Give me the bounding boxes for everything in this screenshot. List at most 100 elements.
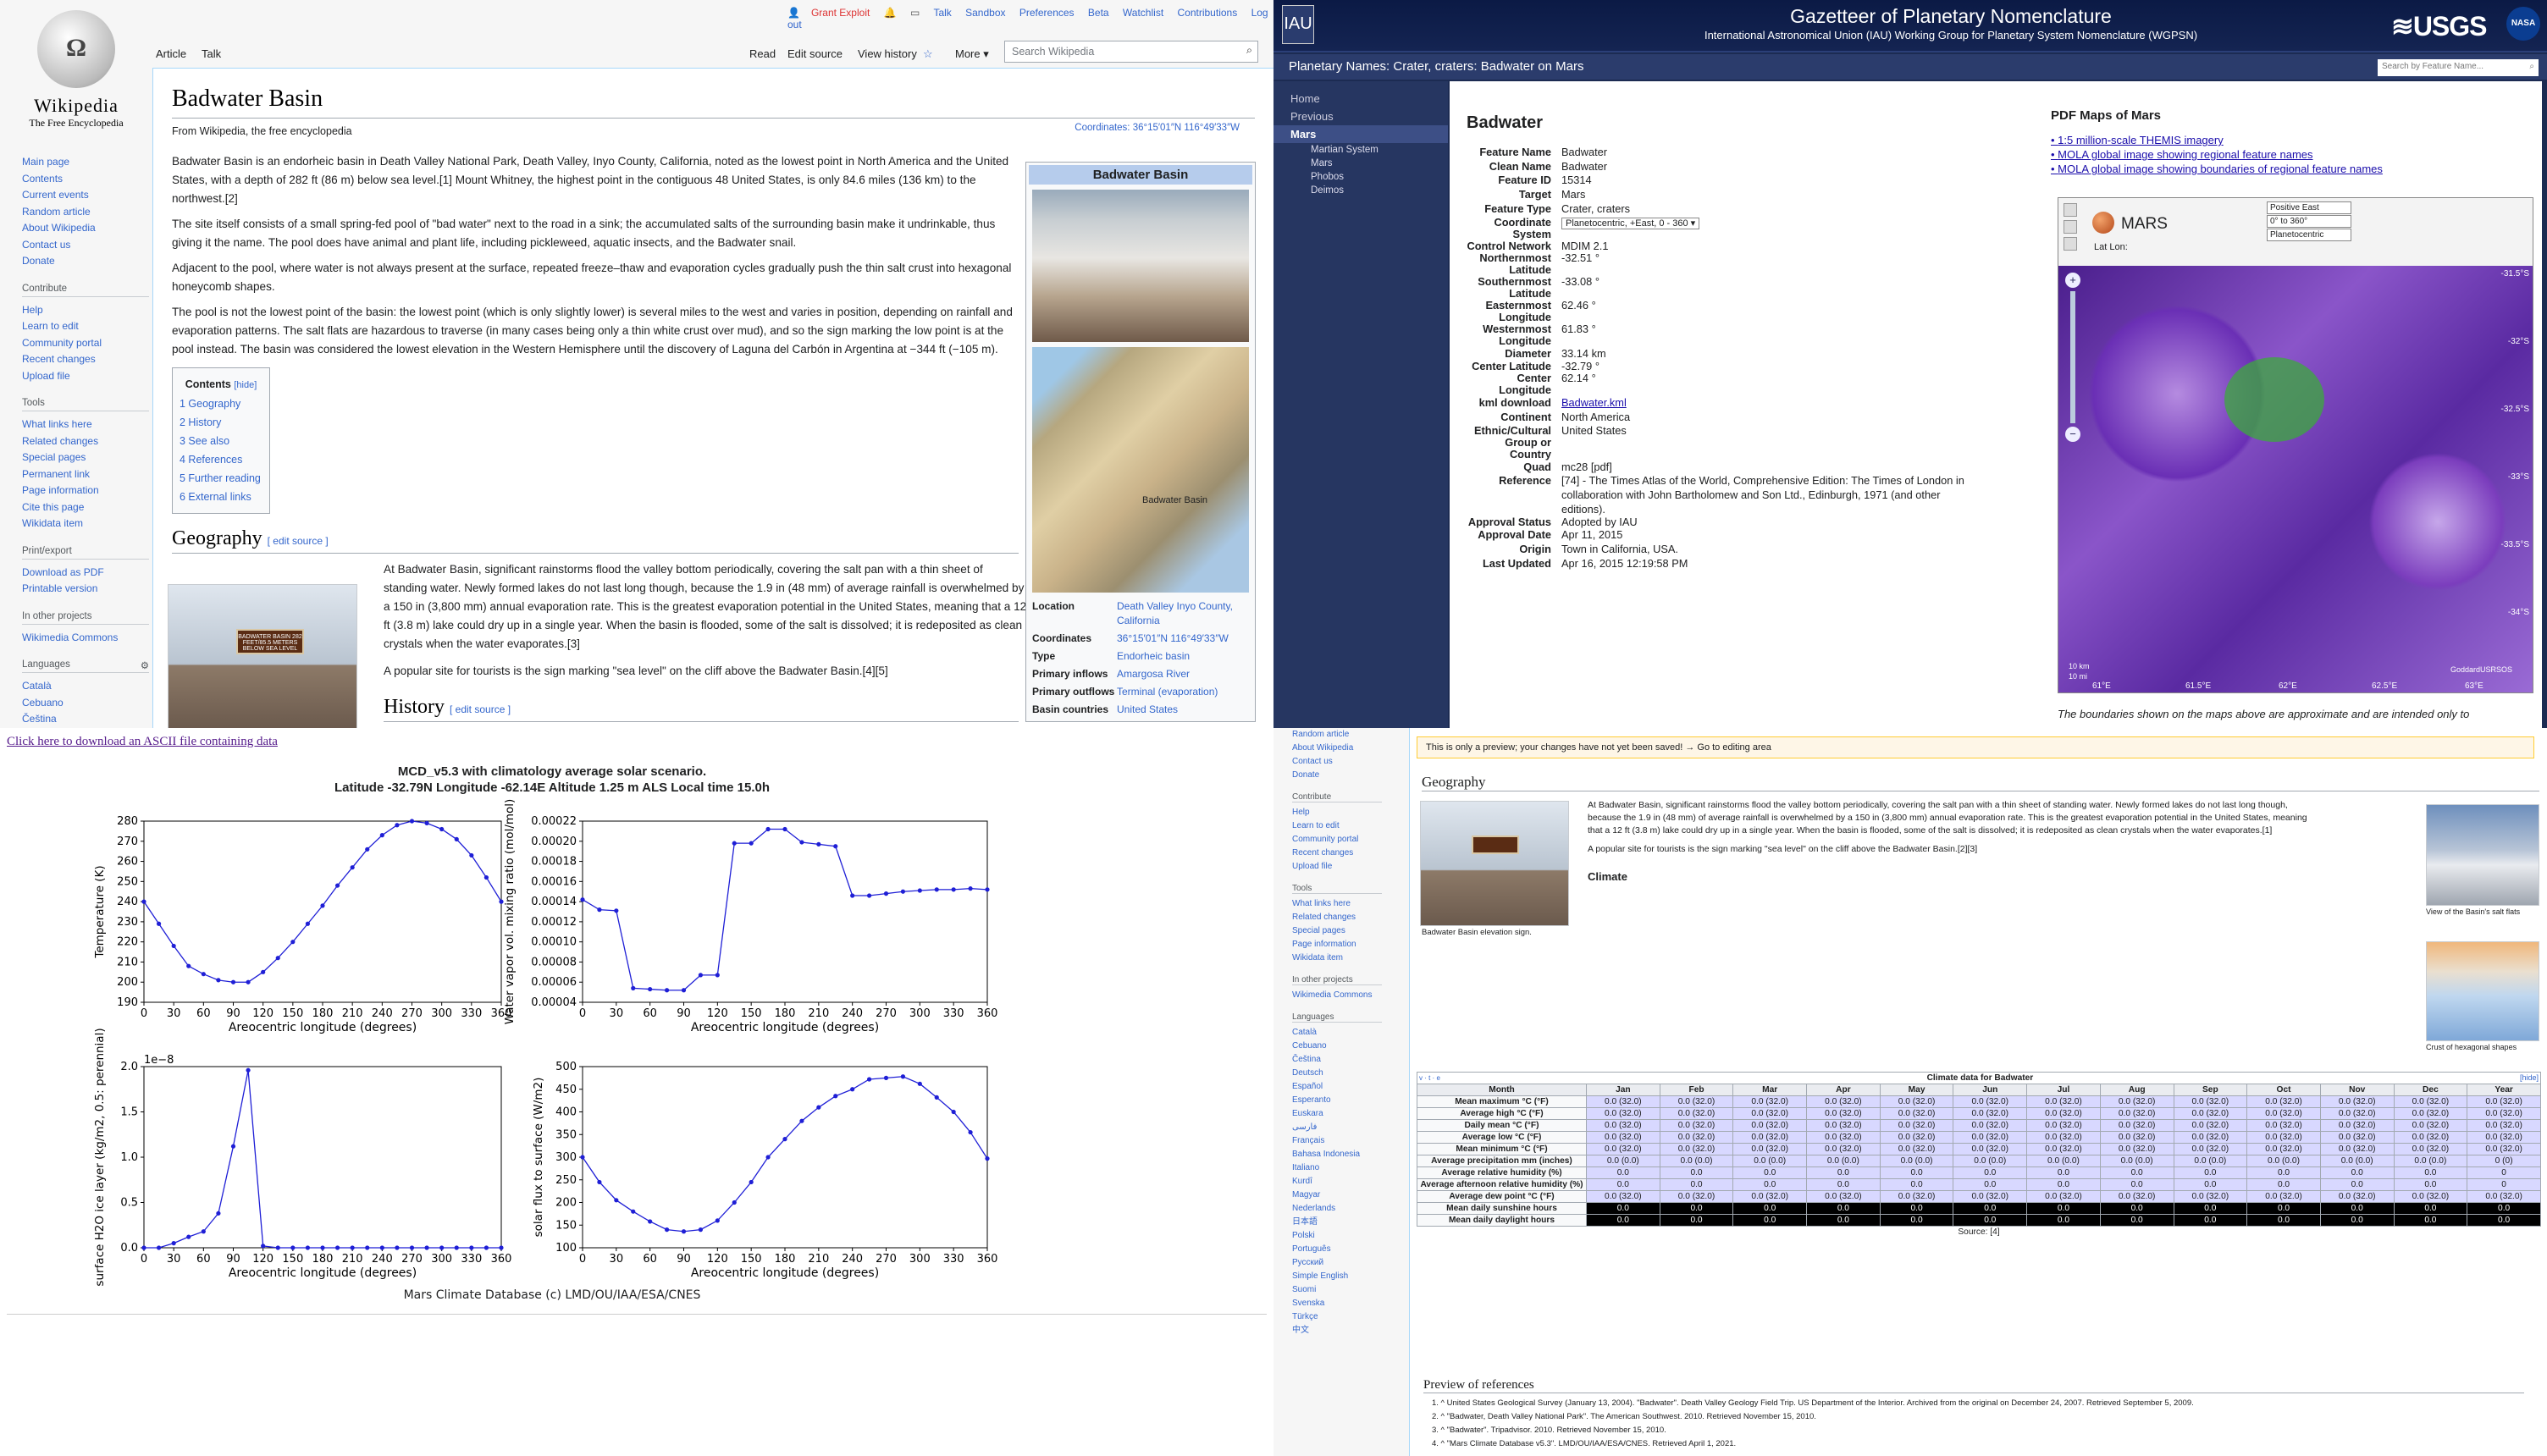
sidebar-item-printable-version[interactable]: Printable version (22, 581, 149, 598)
sidebar-item[interactable]: Türkçe (1292, 1310, 1382, 1324)
sidebar-item-cite-this-page[interactable]: Cite this page (22, 499, 149, 516)
sidebar-item-donate[interactable]: Donate (22, 253, 149, 270)
sidebar-item[interactable]: 日本語 (1292, 1216, 1382, 1229)
attribute-value[interactable]: Planetocentric, +East, 0 - 360 ▾ (1561, 217, 1985, 240)
tab-view-history[interactable]: View history (858, 47, 917, 60)
sidebar-item-help[interactable]: Help (22, 302, 149, 319)
sidebar-item-community-portal[interactable]: Community portal (22, 335, 149, 352)
sidebar-item-wikidata-item[interactable]: Wikidata item (22, 516, 149, 532)
sidebar-item-random-article[interactable]: Random article (22, 204, 149, 221)
attribute-value[interactable]: Badwater.kml (1561, 396, 1985, 411)
sidebar-item-permanent-link[interactable]: Permanent link (22, 466, 149, 483)
sidebar-item[interactable]: What links here (1292, 897, 1382, 911)
pdf-link-themis[interactable]: • 1:5 million-scale THEMIS imagery (2051, 133, 2383, 147)
zoom-in-icon[interactable]: + (2065, 273, 2080, 288)
infobox-value[interactable]: 36°15′01″N 116°49′33″W (1117, 631, 1229, 646)
map-tool-icon-1[interactable] (2064, 203, 2077, 217)
watchlist-link[interactable]: Watchlist (1123, 7, 1163, 19)
sidebar-item[interactable]: Page information (1292, 938, 1382, 951)
infobox-value[interactable]: Terminal (evaporation) (1117, 685, 1218, 699)
coordinate-system-select[interactable]: Planetocentric, +East, 0 - 360 ▾ (1561, 217, 1700, 229)
sidebar-item-upload-file[interactable]: Upload file (22, 368, 149, 385)
sidebar-item[interactable]: Italiano (1292, 1161, 1382, 1175)
sidebar-item-what-links-here[interactable]: What links here (22, 416, 149, 433)
sidebar-item-main-page[interactable]: Main page (22, 154, 149, 171)
sidebar-item-related-changes[interactable]: Related changes (22, 433, 149, 450)
toc-item[interactable]: 5 Further reading (180, 469, 262, 488)
salt-flats-photo[interactable] (2426, 804, 2539, 906)
toc-hide-link[interactable]: [hide] (234, 380, 257, 390)
badwater-crater-outline[interactable] (2224, 357, 2324, 442)
attribute-value[interactable]: mc28 [pdf] (1561, 461, 1985, 475)
infobox-value[interactable]: United States (1117, 703, 1178, 717)
nasa-logo[interactable]: NASA (2506, 7, 2540, 41)
sidebar-item-page-information[interactable]: Page information (22, 483, 149, 499)
sidebar-item[interactable]: About Wikipedia (1292, 742, 1382, 755)
vte-links[interactable]: v · t · e (1419, 1073, 1440, 1084)
sidebar-item-wikimedia-commons[interactable]: Wikimedia Commons (22, 630, 149, 647)
sidebar-item[interactable]: Upload file (1292, 860, 1382, 874)
sidebar-item[interactable]: Simple English (1292, 1270, 1382, 1283)
sea-level-sign-photo[interactable]: BADWATER BASIN 282 FEET/85.5 METERS BELO… (168, 584, 357, 728)
sidebar-item[interactable]: Deutsch (1292, 1067, 1382, 1080)
nav-phobos[interactable]: Phobos (1274, 170, 1448, 184)
user-link[interactable]: Grant Exploit (811, 7, 870, 19)
beta-link[interactable]: Beta (1088, 7, 1109, 19)
sidebar-item[interactable]: Nederlands (1292, 1202, 1382, 1216)
nav-previous[interactable]: Previous (1274, 108, 1448, 125)
map-tool-icon-2[interactable] (2064, 220, 2077, 234)
search-input[interactable]: Search Wikipedia ⌕ (1004, 41, 1258, 63)
messages-icon[interactable]: ▭ (910, 7, 920, 19)
infobox-value[interactable]: Endorheic basin (1117, 649, 1190, 664)
sidebar-item[interactable]: Polski (1292, 1229, 1382, 1243)
toc-item[interactable]: 1 Geography (180, 394, 262, 413)
sidebar-item[interactable]: Esperanto (1292, 1094, 1382, 1107)
sidebar-item[interactable]: Learn to edit (1292, 819, 1382, 833)
more-menu[interactable]: More ▾ (955, 47, 989, 61)
sidebar-item[interactable]: Random article (1292, 728, 1382, 742)
toc-item[interactable]: 2 History (180, 413, 262, 432)
toc-item[interactable]: 6 External links (180, 488, 262, 506)
sidebar-item-recent-changes[interactable]: Recent changes (22, 351, 149, 368)
sidebar-item[interactable]: Help (1292, 806, 1382, 819)
wikipedia-logo[interactable]: Ω Wikipedia The Free Encyclopedia (25, 10, 127, 137)
sidebar-item[interactable]: Bahasa Indonesia (1292, 1148, 1382, 1161)
infobox-value[interactable]: Amargosa River (1117, 667, 1190, 681)
language-link--e-tina[interactable]: Čeština (22, 711, 149, 728)
tab-read[interactable]: Read (749, 47, 776, 60)
sidebar-item-current-events[interactable]: Current events (22, 187, 149, 204)
sidebar-item[interactable]: Euskara (1292, 1107, 1382, 1121)
feature-search-input[interactable]: Search by Feature Name... ⌕ (2378, 59, 2539, 76)
coordinates-link[interactable]: Coordinates: 36°15′01″N 116°49′33″W (1075, 123, 1240, 133)
preferences-link[interactable]: Preferences (1019, 7, 1075, 19)
tab-talk[interactable]: Talk (202, 47, 221, 60)
sidebar-item[interactable]: Čeština (1292, 1053, 1382, 1067)
zoom-slider[interactable] (2070, 291, 2075, 423)
map-image[interactable]: + − -31.5°S -32°S -32.5°S -33°S -33.5°S … (2058, 266, 2533, 692)
toc-item[interactable]: 4 References (180, 450, 262, 469)
watch-star-icon[interactable]: ☆ (923, 47, 933, 61)
pdf-link-mola-boundaries[interactable]: • MOLA global image showing boundaries o… (2051, 162, 2383, 176)
zoom-out-icon[interactable]: − (2065, 427, 2080, 442)
nav-deimos[interactable]: Deimos (1274, 184, 1448, 197)
sidebar-item-about-wikipedia[interactable]: About Wikipedia (22, 220, 149, 237)
sidebar-item[interactable]: Special pages (1292, 924, 1382, 938)
sidebar-item[interactable]: Español (1292, 1080, 1382, 1094)
sidebar-item[interactable]: Русский (1292, 1256, 1382, 1270)
usgs-logo[interactable]: ≋USGS (2391, 10, 2487, 42)
infobox-value[interactable]: Death Valley Inyo County, California (1117, 599, 1249, 628)
language-settings-gear-icon[interactable]: ⚙ (141, 659, 149, 671)
sidebar-item[interactable]: Contact us (1292, 755, 1382, 769)
coordinate-system-select[interactable]: Planetocentric (2267, 229, 2351, 241)
tab-article[interactable]: Article (156, 47, 186, 60)
contributions-link[interactable]: Contributions (1178, 7, 1238, 19)
sidebar-item-contact-us[interactable]: Contact us (22, 237, 149, 254)
pdf-link-mola-names[interactable]: • MOLA global image showing regional fea… (2051, 147, 2383, 162)
sidebar-item[interactable]: فارسی (1292, 1121, 1382, 1134)
sidebar-item[interactable]: Français (1292, 1134, 1382, 1148)
tab-edit-source[interactable]: Edit source (787, 47, 843, 60)
talk-link[interactable]: Talk (933, 7, 951, 19)
sidebar-item-learn-to-edit[interactable]: Learn to edit (22, 318, 149, 335)
sidebar-item[interactable]: Català (1292, 1026, 1382, 1040)
toc-item[interactable]: 3 See also (180, 432, 262, 450)
